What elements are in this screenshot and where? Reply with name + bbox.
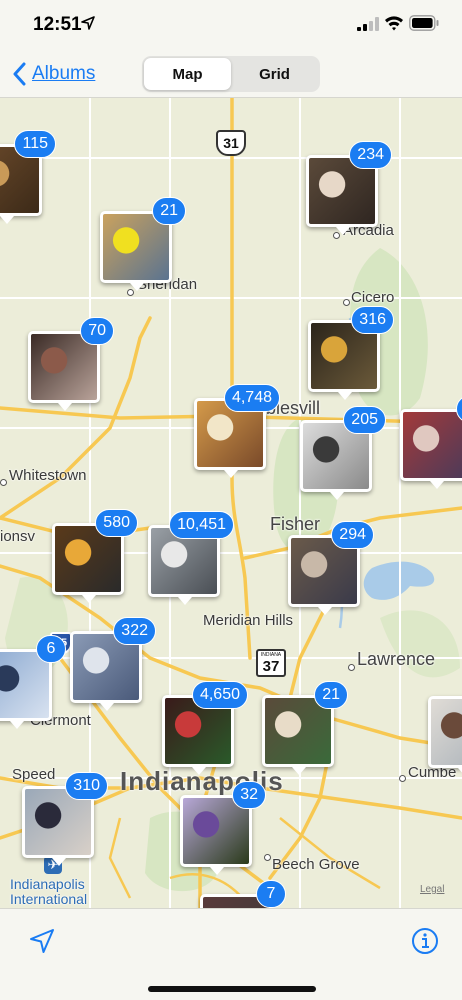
photo-preview: [103, 214, 169, 280]
cluster-count-badge: 32: [232, 781, 266, 809]
cluster-322[interactable]: 322: [70, 617, 156, 711]
cluster-205[interactable]: 205: [300, 406, 386, 500]
place-beech-grove: Beech Grove: [272, 856, 360, 873]
cluster-32[interactable]: 32: [180, 781, 266, 875]
cluster-count-badge: 322: [113, 617, 156, 645]
back-label: Albums: [32, 63, 96, 84]
photo-preview: [265, 698, 331, 764]
cluster-count-badge: 4,650: [191, 681, 248, 709]
cluster-count-badge: 316: [351, 306, 394, 334]
cluster-count-badge: 4,748: [223, 384, 280, 412]
status-time: 12:51: [33, 14, 82, 35]
cluster-count-badge: 10,451: [169, 511, 234, 539]
place-cicero: Cicero: [351, 289, 395, 306]
cluster-count-badge: 580: [95, 509, 138, 537]
cellular-signal-icon: [357, 17, 379, 31]
info-icon[interactable]: [410, 926, 440, 956]
place-fishers: Fisher: [270, 514, 321, 534]
cluster-70[interactable]: 70: [28, 317, 114, 411]
photo-preview: [0, 652, 49, 718]
cluster-4650[interactable]: 4,650: [162, 681, 248, 775]
place-dot: [399, 775, 406, 782]
navigation-bar: Albums Map Grid: [0, 50, 462, 98]
photo-preview: [431, 699, 462, 765]
place-whitestown: Whitestown: [9, 467, 87, 484]
photo-map[interactable]: rklin Sheridan Arcadia Cicero blesvill W…: [0, 98, 462, 908]
place-dot: [348, 664, 355, 671]
cluster-edge-right[interactable]: [428, 696, 462, 776]
state-route-shield: INDIANA 37: [256, 649, 286, 677]
status-bar: 12:51: [0, 0, 462, 50]
location-arrow-icon[interactable]: [27, 926, 57, 956]
home-indicator: [148, 986, 316, 992]
cluster-316[interactable]: 316: [308, 306, 394, 400]
place-zionsville: ionsv: [0, 528, 36, 545]
cluster-count-badge: 21: [314, 681, 348, 709]
photo-preview: [183, 798, 249, 864]
place-dot: [0, 479, 7, 486]
battery-icon: [409, 15, 439, 31]
cluster-4748[interactable]: 4,748: [194, 384, 280, 478]
view-mode-segmented-control: Map Grid: [142, 56, 320, 92]
back-button[interactable]: Albums: [12, 60, 95, 88]
cluster-count-badge: 115: [14, 130, 56, 158]
cluster-count-badge: 234: [349, 141, 392, 169]
place-lawrence: Lawrence: [357, 649, 436, 669]
cluster-7[interactable]: 7: [200, 880, 286, 908]
place-airport: Indianapolis International: [10, 876, 88, 907]
place-dot: [264, 854, 271, 861]
cluster-count-badge: 205: [343, 406, 386, 434]
legal-link[interactable]: Legal: [420, 884, 444, 895]
cluster-count-badge: 21: [152, 197, 186, 225]
cluster-count-badge: 7: [256, 880, 286, 908]
wifi-icon: [385, 16, 403, 31]
cluster-21-sheridan[interactable]: 21: [100, 197, 186, 291]
cluster-count-badge: 6: [36, 635, 66, 663]
cluster-115[interactable]: 115: [0, 130, 56, 224]
cluster-count-badge: 310: [65, 772, 108, 800]
photo-preview: [403, 412, 462, 478]
cluster-4-edge[interactable]: 4: [400, 395, 462, 489]
cluster-count-badge: 70: [80, 317, 114, 345]
cluster-580[interactable]: 580: [52, 509, 138, 603]
place-speedway: Speed: [12, 766, 56, 783]
segment-map[interactable]: Map: [144, 58, 231, 90]
us-route-shield: 31: [216, 130, 246, 156]
state-shield-number: 37: [262, 657, 280, 675]
cluster-21-south[interactable]: 21: [262, 681, 348, 775]
cluster-10451[interactable]: 10,451: [148, 511, 234, 605]
cluster-294[interactable]: 294: [288, 521, 374, 615]
cluster-310[interactable]: 310: [22, 772, 108, 866]
cluster-thumbnail: [400, 409, 462, 489]
place-dot: [343, 299, 350, 306]
cluster-count-badge: 294: [331, 521, 374, 549]
cluster-thumbnail: [428, 696, 462, 776]
place-meridian-hills: Meridian Hills: [203, 612, 294, 629]
location-services-icon: [81, 16, 95, 30]
cluster-6[interactable]: 6: [0, 635, 66, 729]
cluster-234[interactable]: 234: [306, 141, 392, 235]
chevron-left-icon: [13, 62, 26, 86]
photo-preview: [31, 334, 97, 400]
segment-grid[interactable]: Grid: [231, 58, 318, 90]
